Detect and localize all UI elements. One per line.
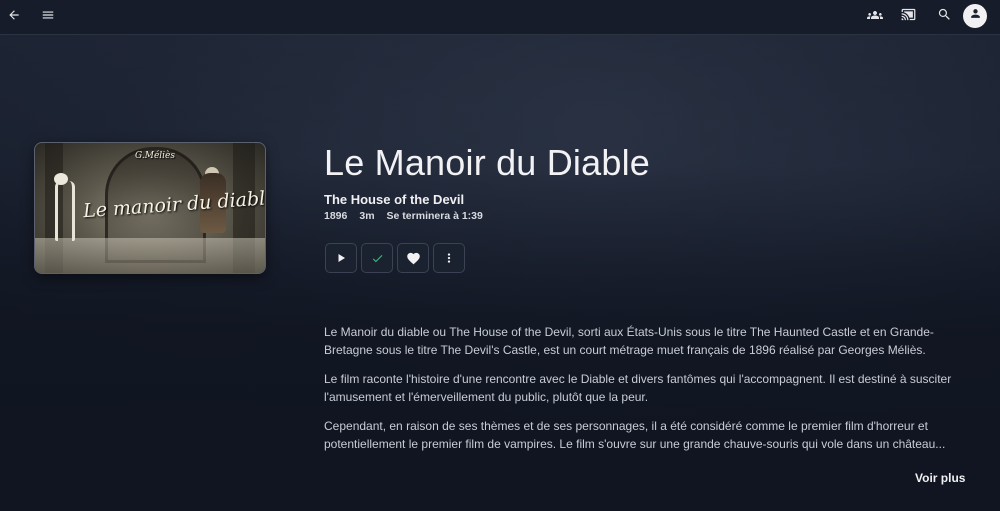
original-title: The House of the Devil <box>324 192 465 207</box>
menu-button[interactable] <box>34 3 62 31</box>
action-buttons <box>325 243 465 273</box>
cast-icon <box>901 7 916 27</box>
syncplay-button[interactable] <box>861 3 889 31</box>
hamburger-menu-icon <box>41 8 55 27</box>
play-icon <box>335 252 347 264</box>
user-icon <box>969 7 982 25</box>
heart-icon <box>406 251 421 266</box>
poster-image[interactable]: G.Méliès Le manoir du diable <box>34 142 266 274</box>
poster-signature: G.Méliès <box>135 151 175 161</box>
poster-floor <box>35 238 265 273</box>
poster-skeleton <box>55 181 75 241</box>
item-details-page: G.Méliès Le manoir du diable Le Manoir d… <box>0 0 1000 511</box>
top-bar <box>0 0 1000 35</box>
mark-played-button[interactable] <box>361 243 393 273</box>
play-button[interactable] <box>325 243 357 273</box>
page-title: Le Manoir du Diable <box>324 142 650 183</box>
user-menu-button[interactable] <box>963 4 987 28</box>
cast-button[interactable] <box>894 3 922 31</box>
overview-paragraph: Le Manoir du diable ou The House of the … <box>324 325 934 357</box>
more-options-button[interactable] <box>433 243 465 273</box>
group-icon <box>867 7 883 28</box>
arrow-left-icon <box>7 8 21 27</box>
search-button[interactable] <box>930 3 958 31</box>
overview-paragraph: Cependant, en raison de ses thèmes et de… <box>324 419 946 451</box>
media-info: 1896 3m Se terminera à 1:39 <box>324 210 483 222</box>
check-icon <box>371 252 384 265</box>
ends-at: Se terminera à 1:39 <box>386 210 483 222</box>
year: 1896 <box>324 210 348 222</box>
overview: Le Manoir du diable ou The House of the … <box>324 323 974 464</box>
more-vertical-icon <box>442 251 456 265</box>
search-icon <box>937 7 952 27</box>
favorite-button[interactable] <box>397 243 429 273</box>
runtime: 3m <box>359 210 375 222</box>
back-button[interactable] <box>0 3 28 31</box>
show-more-button[interactable]: Voir plus <box>915 471 965 485</box>
overview-paragraph: Le film raconte l'histoire d'une rencont… <box>324 372 952 404</box>
